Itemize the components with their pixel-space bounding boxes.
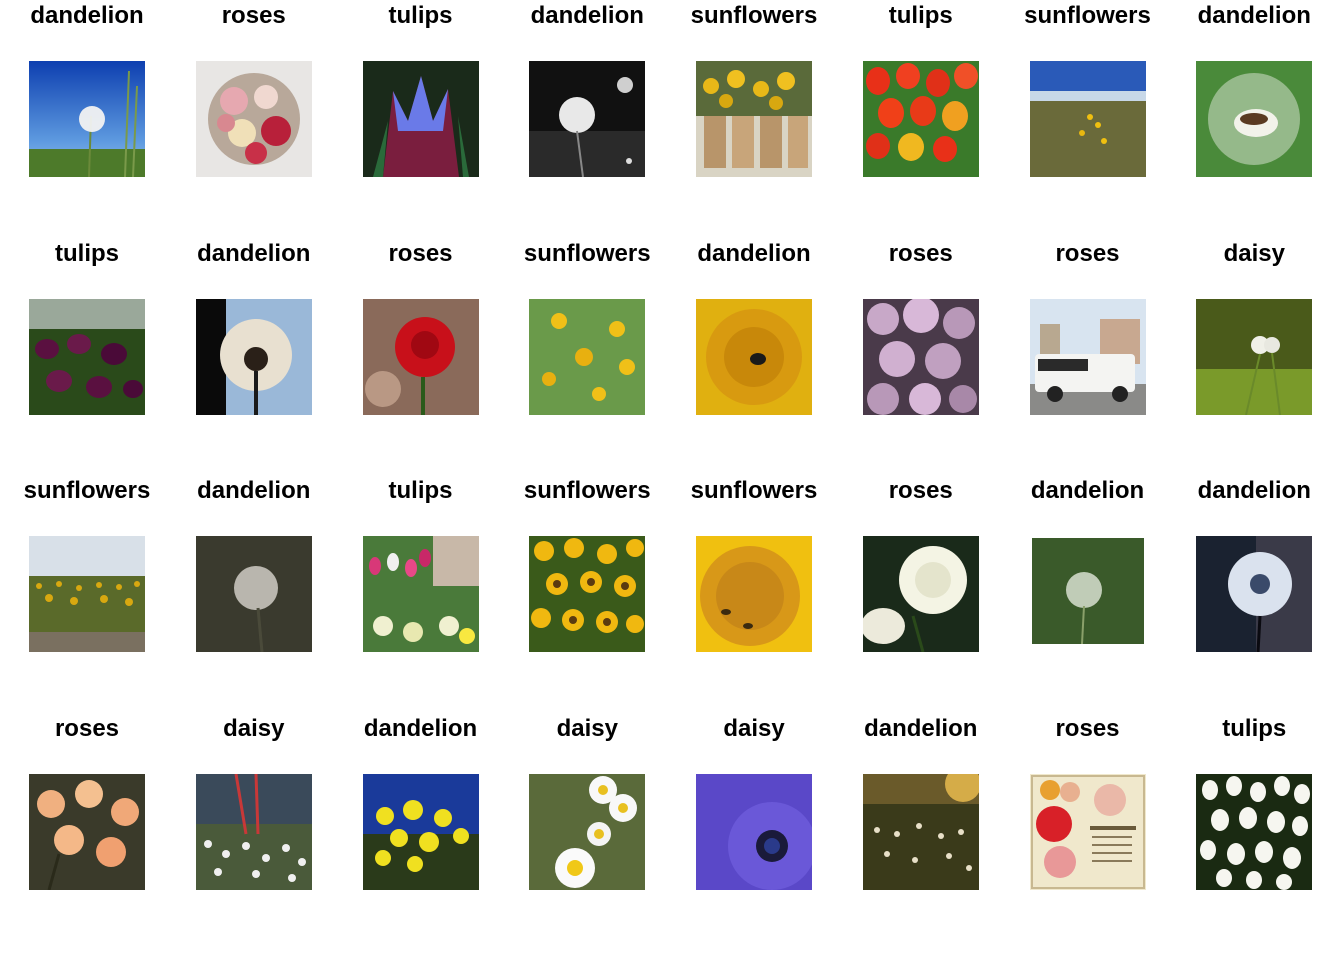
image-label: dandelion (864, 714, 978, 742)
flower-photo (362, 536, 479, 652)
flower-photo (362, 61, 479, 177)
flower-photo (862, 61, 979, 177)
image-tile: roses (838, 475, 1004, 705)
image-label: sunflowers (1024, 2, 1151, 29)
image-label: tulips (1222, 714, 1287, 742)
flower-photo (1029, 61, 1146, 177)
flower-photo (529, 536, 646, 652)
image-tile: tulips (1171, 713, 1337, 943)
image-tile: dandelion (4, 0, 170, 230)
image-label: daisy (723, 714, 785, 742)
image-tile: daisy (171, 713, 337, 943)
image-tile: sunflowers (1005, 0, 1171, 230)
flower-photo (29, 298, 145, 415)
image-tile: tulips (338, 0, 504, 230)
image-label: roses (388, 239, 453, 267)
image-tile: daisy (1171, 238, 1337, 468)
flower-photo (696, 773, 812, 890)
image-label: tulips (388, 477, 453, 504)
image-tile: tulips (838, 0, 1004, 230)
flower-photo (1196, 773, 1313, 890)
image-label: roses (888, 477, 953, 504)
flower-photo (195, 298, 312, 415)
image-label: tulips (55, 239, 119, 267)
flower-photo (862, 773, 979, 890)
image-tile: dandelion (1171, 475, 1337, 705)
flower-photo (862, 536, 979, 652)
image-tile: dandelion (171, 238, 337, 468)
flower-photo (696, 536, 812, 652)
flower-photo (862, 298, 979, 415)
image-tile: sunflowers (4, 475, 170, 705)
image-tile: roses (838, 238, 1004, 468)
image-label: dandelion (1030, 477, 1145, 504)
image-tile: dandelion (504, 0, 670, 230)
image-label: roses (54, 714, 120, 742)
flower-photo (362, 773, 479, 890)
image-label: sunflowers (23, 477, 151, 504)
image-label: dandelion (697, 239, 811, 267)
flower-photo (29, 536, 145, 652)
flower-photo (29, 773, 145, 890)
image-label: sunflowers (690, 477, 818, 504)
image-tile: dandelion (838, 713, 1004, 943)
image-label: dandelion (530, 2, 644, 29)
image-tile: sunflowers (504, 238, 670, 468)
image-label: tulips (388, 2, 453, 29)
flower-photo (1196, 61, 1313, 177)
image-label: sunflowers (690, 2, 818, 29)
image-label: dandelion (363, 714, 478, 742)
image-label: dandelion (197, 239, 311, 267)
image-tile: dandelion (171, 475, 337, 705)
image-label: dandelion (1197, 2, 1311, 29)
image-grid: dandelion roses tulips dandelion sunflow… (0, 0, 1344, 960)
image-label: dandelion (30, 2, 144, 29)
image-tile: sunflowers (504, 475, 670, 705)
image-tile: daisy (504, 713, 670, 943)
image-tile: tulips (338, 475, 504, 705)
flower-photo (1196, 536, 1313, 652)
image-tile: sunflowers (671, 475, 837, 705)
image-label: sunflowers (523, 239, 651, 267)
image-tile: dandelion (671, 238, 837, 468)
image-tile: sunflowers (671, 0, 837, 230)
flower-photo (29, 61, 145, 177)
image-label: daisy (556, 714, 618, 742)
image-label: daisy (1223, 239, 1285, 267)
image-tile: roses (4, 713, 170, 943)
flower-photo (1196, 298, 1313, 415)
image-label: daisy (223, 714, 285, 742)
image-label: roses (1055, 239, 1120, 267)
flower-photo (195, 773, 312, 890)
flower-photo (195, 61, 312, 177)
flower-photo (529, 298, 646, 415)
image-label: tulips (888, 2, 953, 29)
flower-photo (1029, 298, 1146, 415)
image-label: roses (888, 239, 953, 267)
image-label: roses (1055, 714, 1120, 742)
image-tile: roses (1005, 713, 1171, 943)
image-label: dandelion (1197, 477, 1311, 504)
image-label: sunflowers (523, 477, 651, 504)
image-tile: dandelion (1171, 0, 1337, 230)
flower-photo (362, 298, 479, 415)
image-tile: roses (1005, 238, 1171, 468)
flower-photo (529, 773, 646, 890)
image-tile: roses (171, 0, 337, 230)
image-tile: dandelion (338, 713, 504, 943)
image-label: dandelion (197, 477, 311, 504)
image-tile: roses (338, 238, 504, 468)
image-tile: dandelion (1005, 475, 1171, 705)
flower-photo (529, 61, 646, 177)
flower-photo (195, 536, 312, 652)
flower-photo (696, 61, 812, 177)
flower-photo (1029, 536, 1146, 652)
image-tile: daisy (671, 713, 837, 943)
flower-photo (1029, 773, 1146, 890)
image-label: roses (221, 2, 286, 29)
image-tile: tulips (4, 238, 170, 468)
flower-photo (696, 298, 812, 415)
